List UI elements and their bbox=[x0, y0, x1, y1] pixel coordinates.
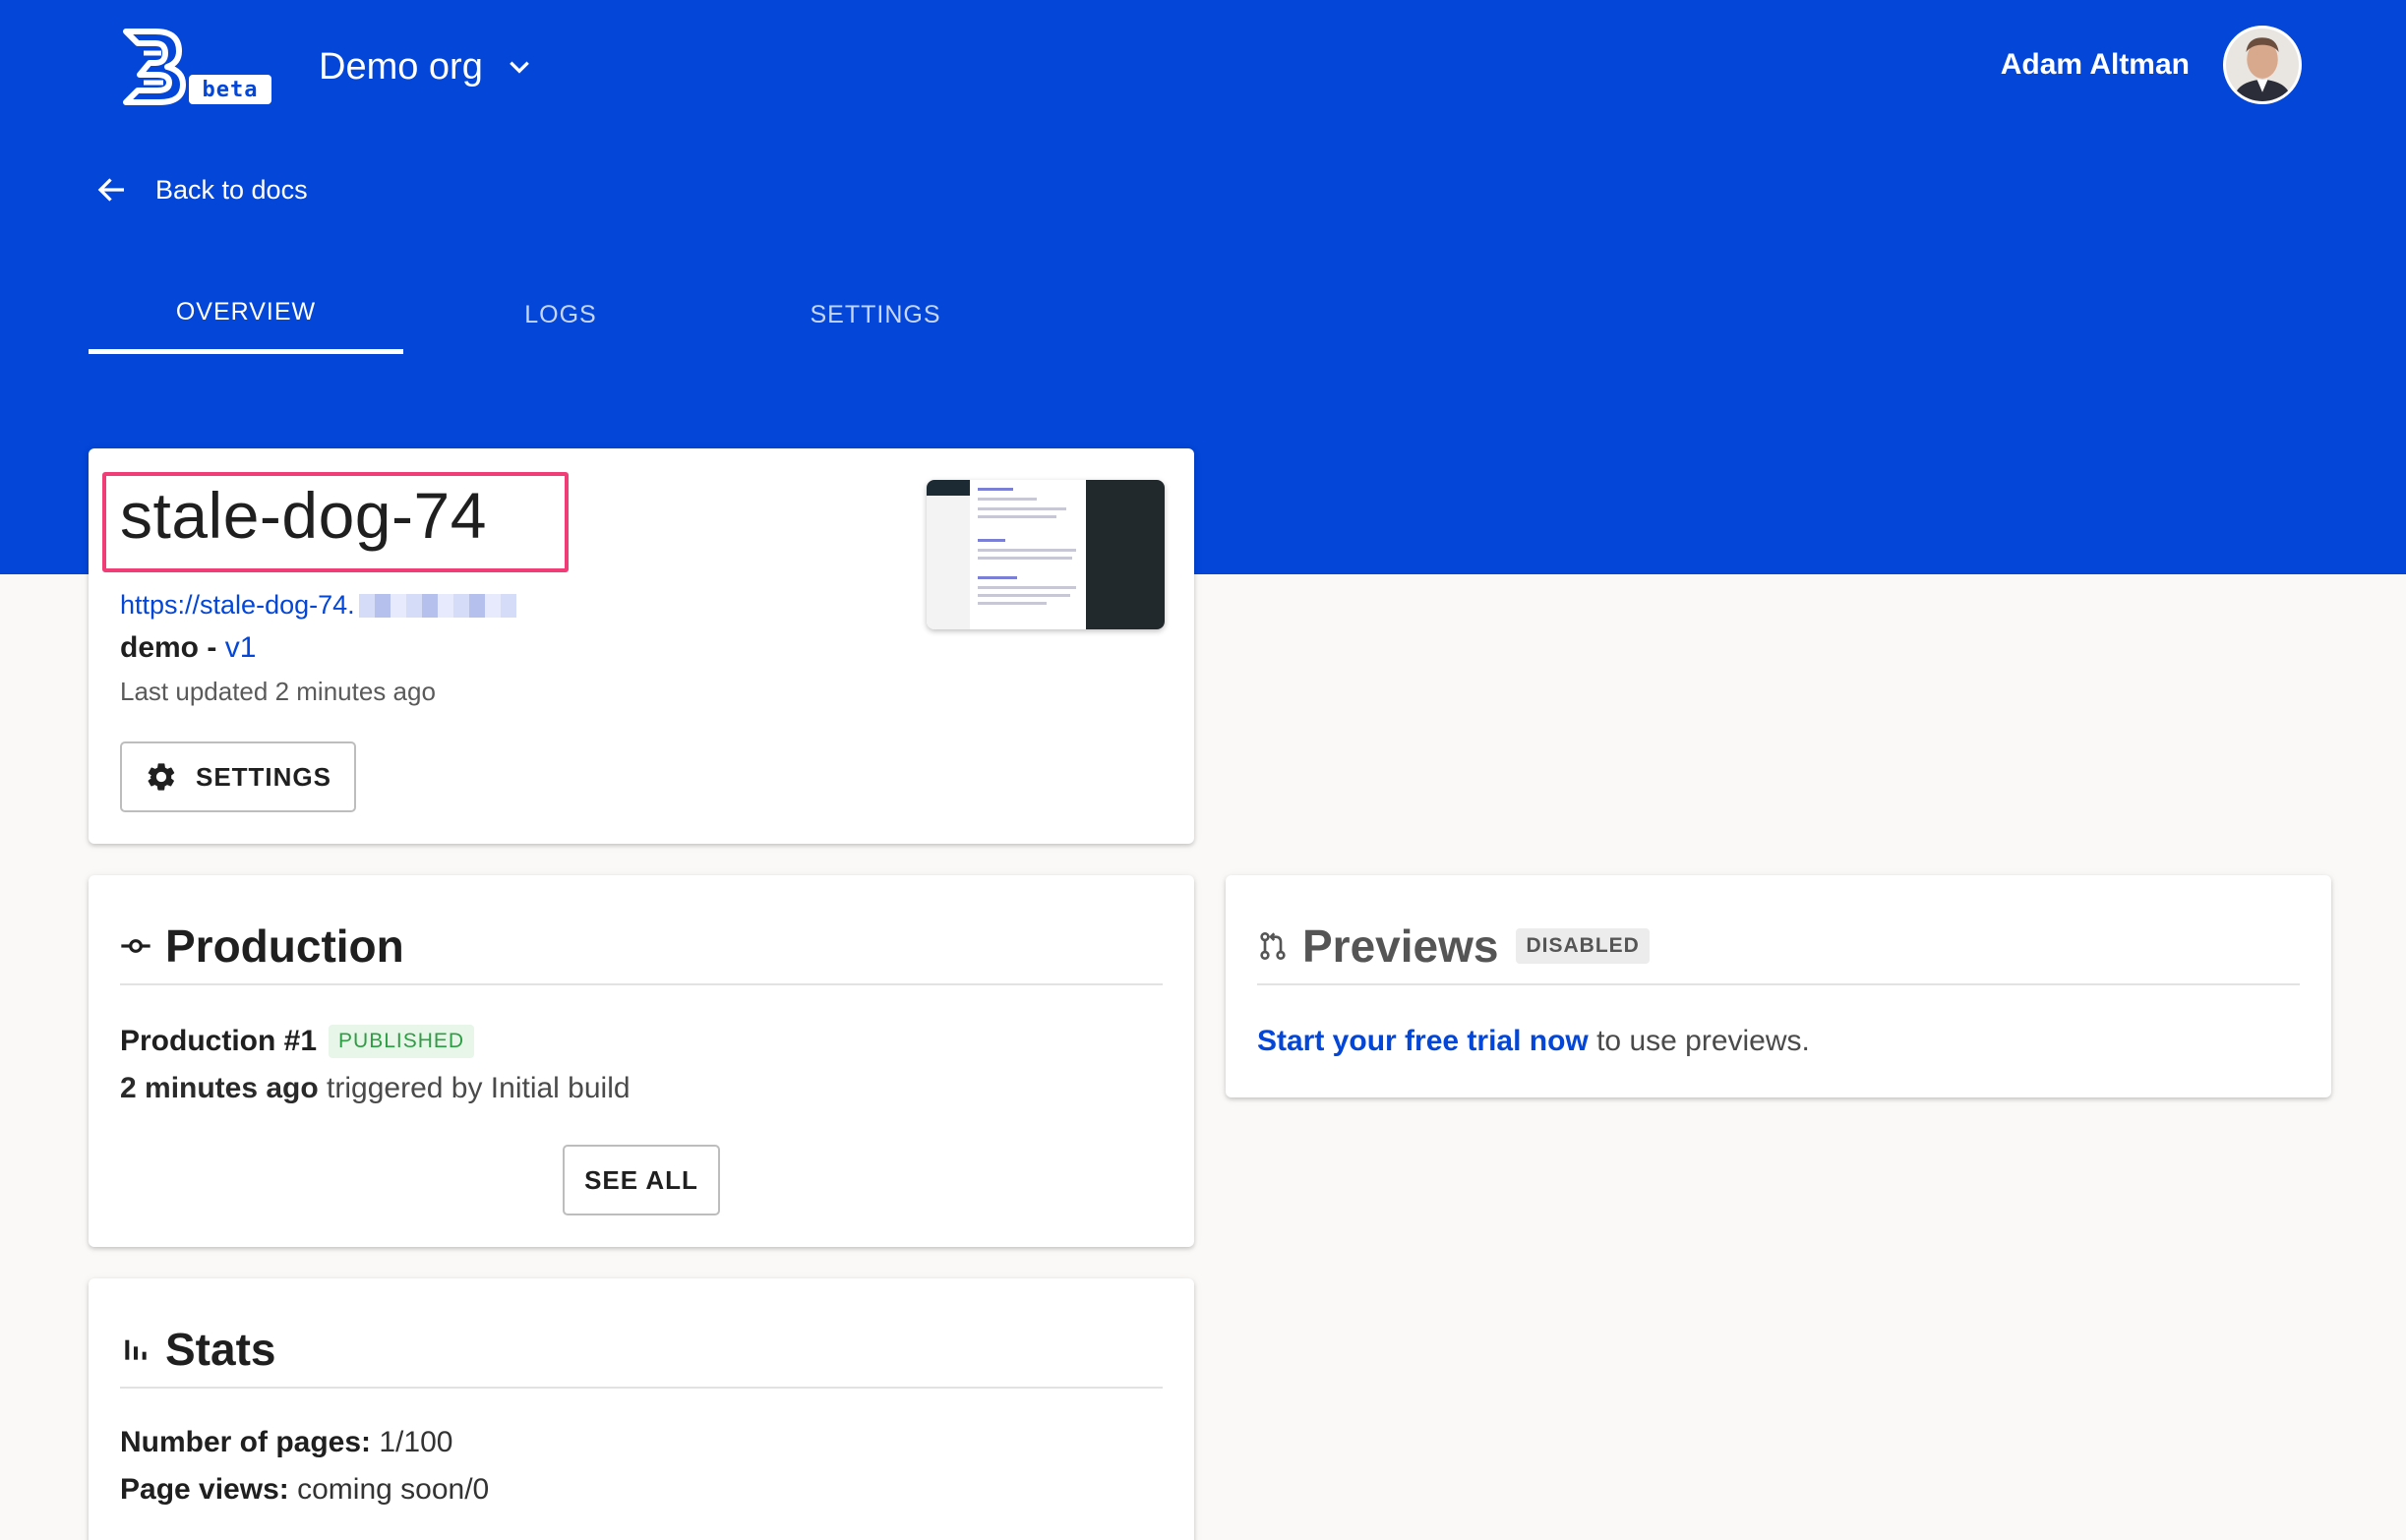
version-link[interactable]: v1 bbox=[225, 631, 257, 664]
project-card: stale-dog-74 https://stale-dog-74. demo … bbox=[89, 448, 1194, 844]
free-trial-link[interactable]: Start your free trial now bbox=[1257, 1025, 1589, 1057]
see-all-button[interactable]: SEE ALL bbox=[563, 1145, 720, 1215]
stats-header: Stats bbox=[120, 1312, 1163, 1389]
production-card: Production Production #1 PUBLISHED 2 min… bbox=[89, 875, 1194, 1247]
project-version: demo - v1 bbox=[120, 631, 256, 665]
beta-badge: beta bbox=[189, 75, 271, 104]
bar-chart-icon bbox=[125, 1339, 147, 1360]
stats-title: Stats bbox=[165, 1324, 276, 1375]
stat-pages-label: Number of pages: bbox=[120, 1426, 372, 1458]
previews-message-rest: to use previews. bbox=[1588, 1025, 1810, 1057]
thumb-sidebar-header bbox=[927, 480, 970, 496]
back-label: Back to docs bbox=[155, 174, 308, 205]
thumb-line bbox=[978, 507, 1066, 510]
previews-message: Start your free trial now to use preview… bbox=[1257, 1025, 1810, 1058]
stat-pages-value: 1/100 bbox=[371, 1426, 453, 1458]
gear-icon bbox=[148, 763, 175, 791]
thumb-line bbox=[978, 515, 1056, 518]
previews-card: Previews DISABLED Start your free trial … bbox=[1226, 875, 2331, 1097]
settings-button-label: SETTINGS bbox=[195, 761, 331, 792]
pull-request-icon bbox=[1260, 932, 1286, 960]
stats-card: Stats Number of pages: 1/100 Page views:… bbox=[89, 1278, 1194, 1540]
production-build: Production #1 PUBLISHED bbox=[120, 1025, 475, 1058]
thumb-line bbox=[978, 576, 1017, 579]
user-menu[interactable]: Adam Altman bbox=[2001, 26, 2302, 104]
production-title: Production bbox=[165, 920, 404, 972]
thumb-line bbox=[978, 539, 1005, 542]
thumb-line bbox=[978, 602, 1047, 605]
project-title: stale-dog-74 bbox=[120, 479, 487, 552]
tab-settings[interactable]: SETTINGS bbox=[718, 275, 1033, 354]
stat-pages: Number of pages: 1/100 bbox=[120, 1426, 452, 1459]
thumb-line bbox=[978, 549, 1076, 552]
commit-icon bbox=[121, 939, 150, 953]
previews-title: Previews bbox=[1302, 920, 1499, 972]
tab-overview[interactable]: OVERVIEW bbox=[89, 275, 403, 354]
stat-views: Page views: coming soon/0 bbox=[120, 1473, 489, 1507]
arrow-left-icon bbox=[97, 178, 124, 202]
thumb-code-panel bbox=[1086, 480, 1165, 629]
tab-bar: OVERVIEW LOGS SETTINGS bbox=[89, 275, 1033, 354]
avatar[interactable] bbox=[2223, 26, 2302, 104]
project-name: demo bbox=[120, 631, 200, 664]
stat-views-label: Page views: bbox=[120, 1473, 289, 1506]
project-url-text: https://stale-dog-74. bbox=[120, 590, 355, 620]
thumb-line bbox=[978, 498, 1037, 501]
tab-logs[interactable]: LOGS bbox=[403, 275, 718, 354]
chevron-down-icon bbox=[510, 61, 529, 74]
thumb-sidebar bbox=[927, 480, 970, 629]
status-badge: PUBLISHED bbox=[329, 1025, 475, 1058]
production-build-info: 2 minutes ago triggered by Initial build bbox=[120, 1072, 631, 1105]
user-name: Adam Altman bbox=[2000, 48, 2190, 81]
production-build-name: Production #1 bbox=[120, 1025, 318, 1057]
last-updated: Last updated 2 minutes ago bbox=[120, 677, 436, 706]
thumb-line bbox=[978, 594, 1070, 597]
redacted-domain bbox=[358, 593, 516, 618]
version-separator: - bbox=[199, 631, 225, 664]
production-build-trigger: triggered by Initial build bbox=[318, 1072, 631, 1104]
thumb-line bbox=[978, 557, 1072, 560]
status-badge: DISABLED bbox=[1516, 928, 1650, 964]
thumb-line bbox=[978, 586, 1076, 589]
previews-header: Previews DISABLED bbox=[1257, 909, 2300, 985]
docs-preview-thumbnail[interactable] bbox=[927, 480, 1165, 629]
org-switcher[interactable]: Demo org bbox=[319, 37, 532, 96]
production-header: Production bbox=[120, 909, 1163, 985]
project-url-link[interactable]: https://stale-dog-74. bbox=[120, 590, 516, 621]
stat-views-value: coming soon/0 bbox=[288, 1473, 490, 1506]
production-build-time: 2 minutes ago bbox=[120, 1072, 319, 1104]
org-name: Demo org bbox=[319, 45, 483, 88]
settings-button[interactable]: SETTINGS bbox=[120, 741, 356, 812]
thumb-line bbox=[978, 488, 1013, 491]
back-to-docs-link[interactable]: Back to docs bbox=[94, 165, 308, 214]
